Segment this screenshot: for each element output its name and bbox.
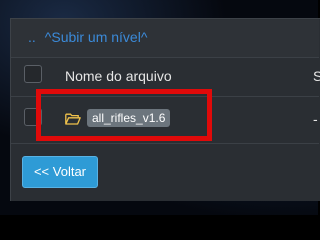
column-header-size[interactable]: S xyxy=(313,68,320,84)
row-checkbox[interactable] xyxy=(24,108,42,126)
parent-directory-row[interactable]: .. ^Subir um nível^ xyxy=(11,19,319,58)
folder-open-icon xyxy=(65,112,81,125)
table-row[interactable]: all_rifles_v1.6 - xyxy=(11,97,319,144)
parent-directory-link[interactable]: .. ^Subir um nível^ xyxy=(28,29,147,45)
parent-directory-label: ^Subir um nível^ xyxy=(44,29,148,45)
select-all-checkbox[interactable] xyxy=(24,65,42,83)
table-header-row: Nome do arquivo S xyxy=(11,58,320,97)
folder-size: - xyxy=(313,111,318,127)
parent-directory-dots: .. xyxy=(28,29,36,45)
folder-name-link[interactable]: all_rifles_v1.6 xyxy=(87,109,171,127)
back-button[interactable]: << Voltar xyxy=(22,156,98,188)
column-header-filename[interactable]: Nome do arquivo xyxy=(65,68,172,84)
